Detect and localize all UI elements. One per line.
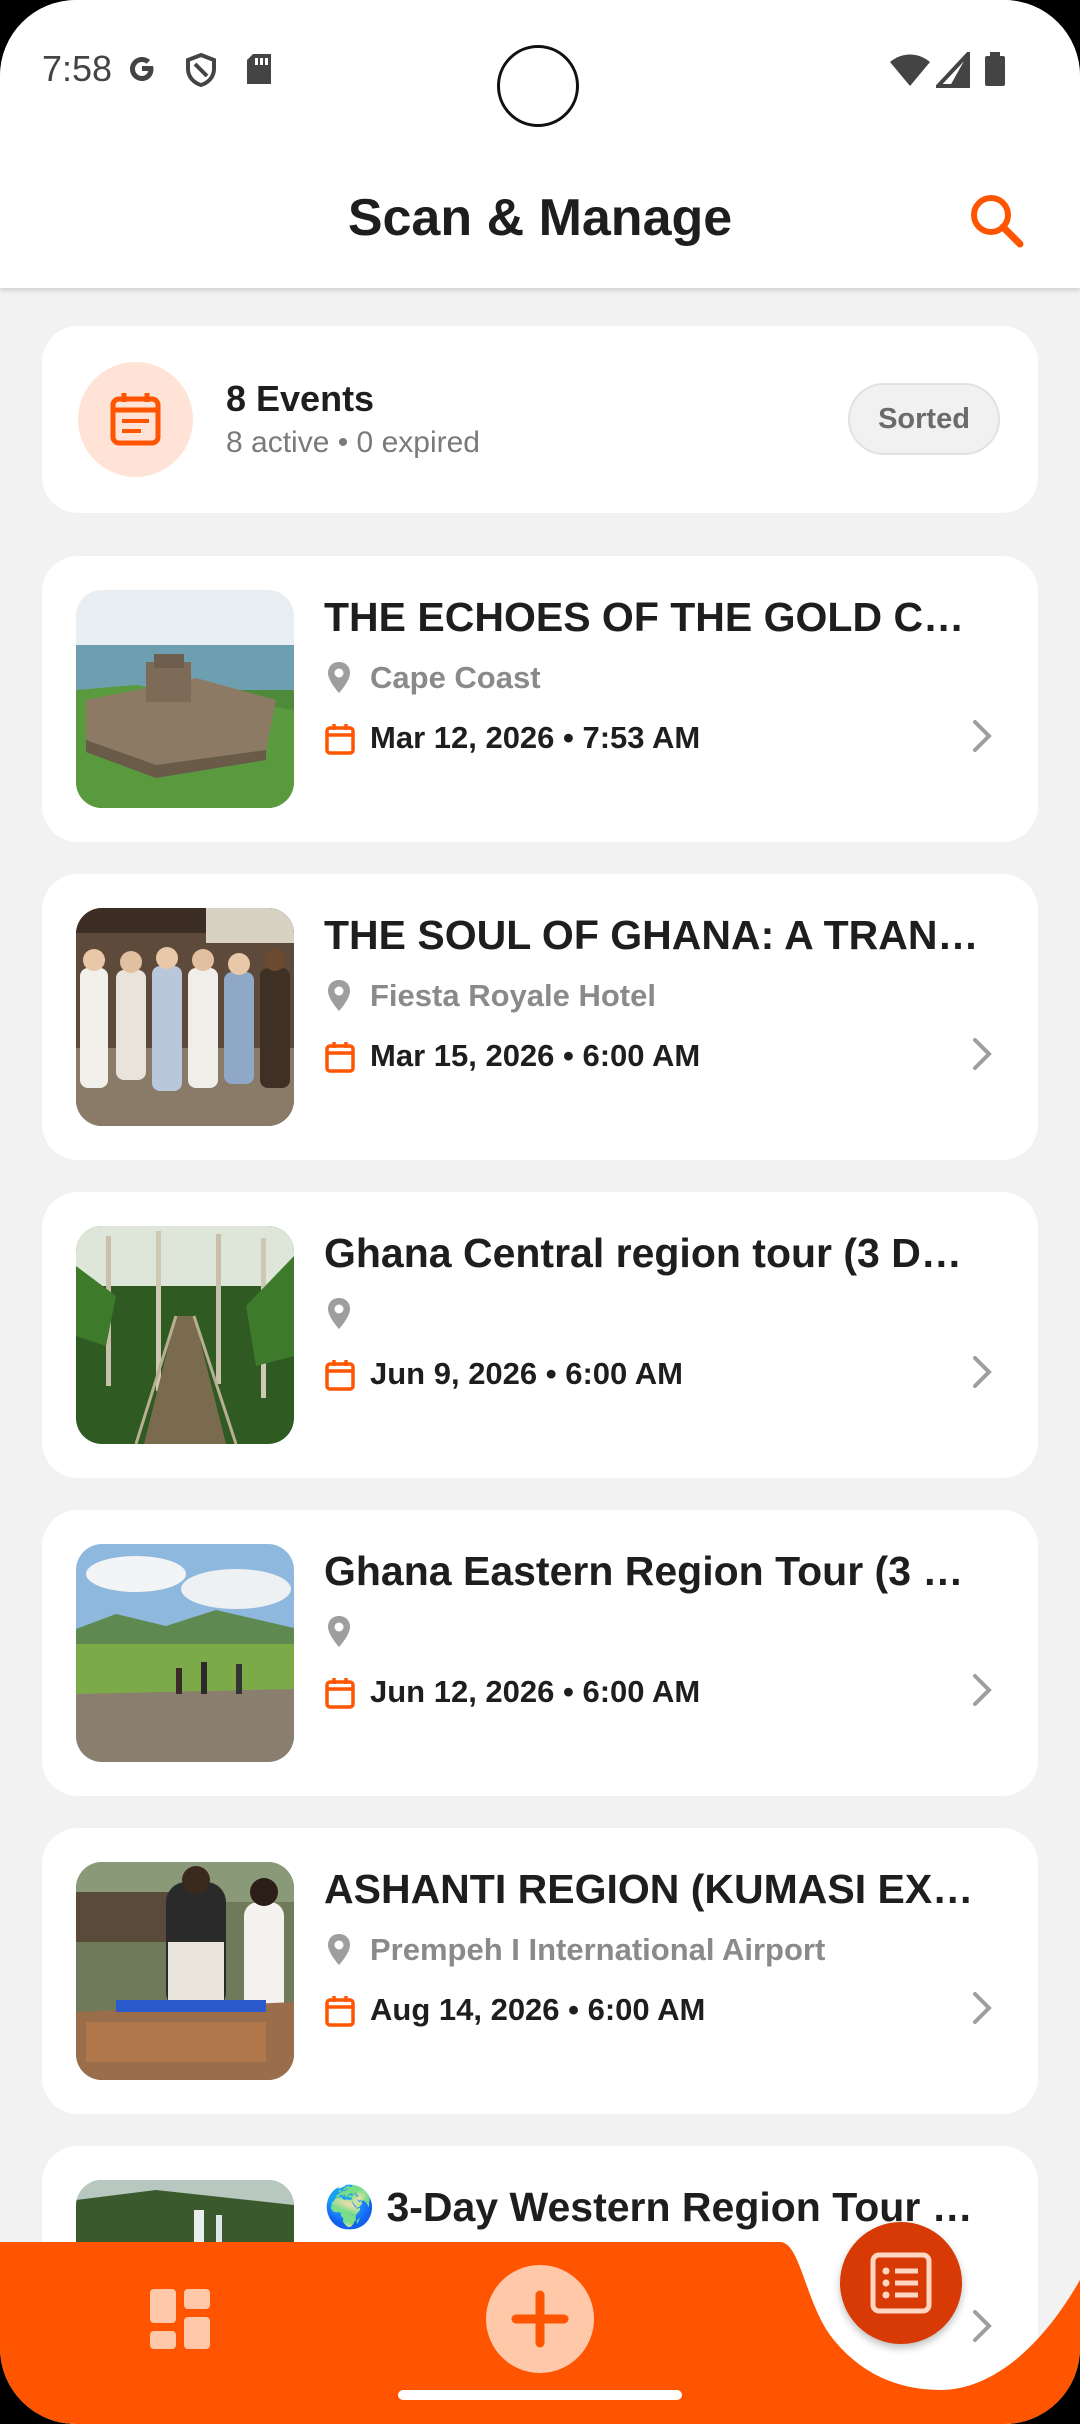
event-date-row: Jun 9, 2026 • 6:00 AM [324,1356,974,1396]
event-location-row [326,1296,976,1336]
add-icon [511,2290,569,2348]
summary-icon-container [78,362,193,477]
camera-cutout [497,45,579,127]
event-date: Mar 12, 2026 • 7:53 AM [370,720,701,755]
event-thumbnail [76,1862,294,2080]
calendar-list-icon [110,393,161,446]
chevron-right-icon [973,1674,992,1706]
screen: 7:58 Scan & Manage 8 Events 8 active • 0… [0,0,1080,2424]
event-title: Ghana Central region tour (3 DAY... [324,1230,984,1276]
signal-icon [936,52,970,88]
google-icon [130,57,154,81]
group-photo-image [76,908,294,1126]
app-bar: Scan & Manage [0,150,1080,288]
location-pin-icon [328,1616,350,1647]
event-location-row: Cape Coast [326,660,976,700]
add-event-button[interactable] [486,2265,594,2373]
chevron-right-icon [973,720,992,752]
location-pin-icon [328,662,350,693]
event-card[interactable]: ASHANTI REGION (KUMASI EXPE... Prempeh I… [42,1828,1038,2114]
chevron-right-icon [973,1038,992,1070]
event-card[interactable]: THE ECHOES OF THE GOLD COAST Cape Coast … [42,556,1038,842]
event-title: ASHANTI REGION (KUMASI EXPE... [324,1866,984,1912]
event-card[interactable]: THE SOUL OF GHANA: A TRANSF... Fiesta Ro… [42,874,1038,1160]
chevron-right-icon [973,1356,992,1388]
event-date-row: Jun 12, 2026 • 6:00 AM [324,1674,974,1714]
wifi-icon [890,54,930,86]
event-thumbnail [76,1226,294,1444]
event-card[interactable]: Ghana Central region tour (3 DAY... Jun … [42,1192,1038,1478]
event-thumbnail [76,590,294,808]
calendar-icon [325,1996,355,2027]
chevron-right-icon [973,1992,992,2024]
page-title: Scan & Manage [347,189,733,247]
artisan-market-image [76,1862,294,2080]
event-location-row: Fiesta Royale Hotel [326,978,976,1018]
search-icon[interactable] [962,186,1032,256]
event-location: Prempeh I International Airport [370,1932,826,1967]
calendar-icon [325,1360,355,1391]
sd-card-icon [247,54,271,84]
event-date: Jun 9, 2026 • 6:00 AM [370,1356,683,1391]
status-time: 7:58 [42,48,113,89]
event-location: Cape Coast [370,660,541,695]
event-title: THE ECHOES OF THE GOLD COAST [324,594,984,640]
castle-image [76,590,294,808]
dashboard-icon[interactable] [148,2287,212,2351]
event-location-row: Prempeh I International Airport [326,1932,976,1972]
event-title: Ghana Eastern Region Tour (3 DA... [324,1548,984,1594]
status-bar: 7:58 [0,0,1080,150]
location-pin-icon [328,980,350,1011]
location-pin-icon [328,1298,350,1329]
location-pin-icon [328,1934,350,1965]
event-card[interactable]: Ghana Eastern Region Tour (3 DA... Jun 1… [42,1510,1038,1796]
home-indicator[interactable] [398,2390,682,2400]
event-location-row [326,1614,976,1654]
shield-icon [186,52,216,88]
event-date: Mar 15, 2026 • 6:00 AM [370,1038,701,1073]
event-thumbnail [76,908,294,1126]
event-location: Fiesta Royale Hotel [370,978,656,1013]
list-icon [870,2252,932,2314]
battery-icon [985,52,1005,86]
event-date: Jun 12, 2026 • 6:00 AM [370,1674,701,1709]
event-date-row: Aug 14, 2026 • 6:00 AM [324,1992,974,2032]
events-list-button[interactable] [840,2222,962,2344]
events-summary-card: 8 Events 8 active • 0 expired Sorted [42,326,1038,513]
event-title: THE SOUL OF GHANA: A TRANSF... [324,912,984,958]
sorted-badge[interactable]: Sorted [848,383,1000,455]
canopy-walkway-image [76,1226,294,1444]
event-date-row: Mar 12, 2026 • 7:53 AM [324,720,974,760]
event-date-row: Mar 15, 2026 • 6:00 AM [324,1038,974,1078]
events-status-summary: 8 active • 0 expired [226,426,480,459]
event-date: Aug 14, 2026 • 6:00 AM [370,1992,706,2027]
event-thumbnail [76,1544,294,1762]
calendar-icon [325,724,355,755]
calendar-icon [325,1678,355,1709]
calendar-icon [325,1042,355,1073]
landscape-image [76,1544,294,1762]
events-count: 8 Events [226,378,375,419]
